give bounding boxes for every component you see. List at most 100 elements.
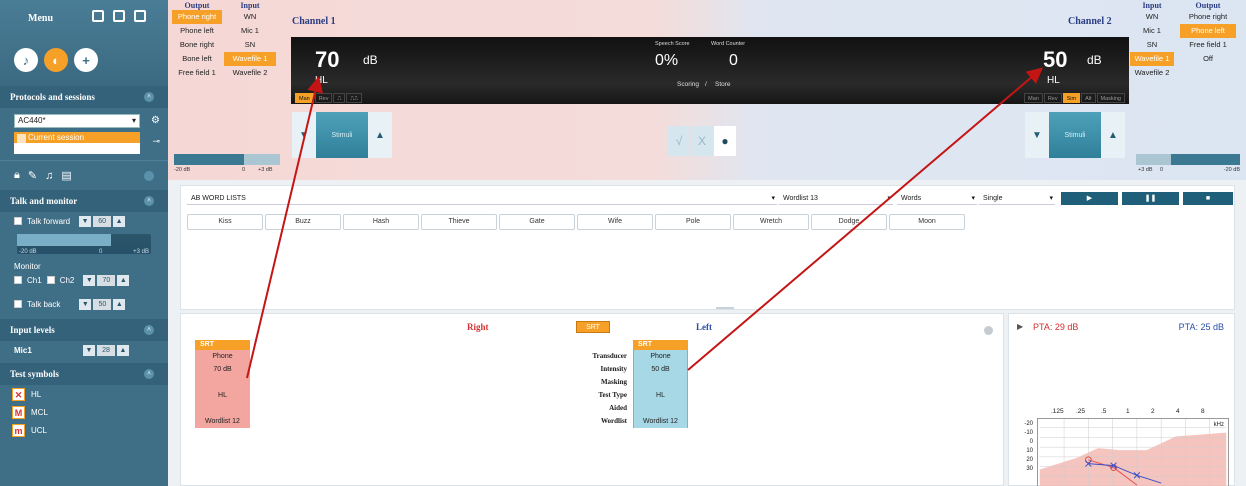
ch2-mode-rev[interactable]: Rev	[1043, 93, 1062, 103]
ch1-output-phone-left[interactable]: Phone left	[172, 24, 222, 38]
ch2-stimuli-button[interactable]: Stimuli	[1049, 112, 1101, 158]
test-symbols-section-header[interactable]: Test symbols ^	[0, 363, 168, 385]
pause-button[interactable]: ❚❚	[1122, 192, 1179, 205]
ch2-intensity-down-button[interactable]: ▼	[1025, 112, 1049, 158]
ch1-output-bone-right[interactable]: Bone right	[172, 38, 222, 52]
resize-handle[interactable]	[716, 307, 734, 309]
decrease-button[interactable]: ▼	[79, 215, 92, 227]
word-button-kiss[interactable]: Kiss	[187, 214, 263, 230]
ch2-level-slider[interactable]: +3 dB 0 -20 dB	[1136, 154, 1240, 173]
ch1-input-wn[interactable]: WN	[224, 10, 276, 24]
speech-test-icon[interactable]: ◐	[44, 48, 68, 72]
word-mode-select[interactable]: Words	[897, 192, 977, 205]
word-button-dodge[interactable]: Dodge	[811, 214, 887, 230]
menu-button[interactable]: Menu	[28, 13, 53, 24]
ch1-input-wavefile-1[interactable]: Wavefile 1	[224, 52, 276, 66]
ch2-output-phone-left[interactable]: Phone left	[1180, 24, 1236, 38]
word-button-buzz[interactable]: Buzz	[265, 214, 341, 230]
ch2-mode-sim[interactable]: Sim	[1062, 93, 1081, 103]
symbol-row-hl[interactable]: ✕ HL	[0, 385, 168, 403]
ch2-checkbox[interactable]	[46, 276, 55, 284]
ch2-input-wn[interactable]: WN	[1130, 10, 1174, 24]
session-key-icon[interactable]: ⊸	[152, 136, 160, 147]
word-button-gate[interactable]: Gate	[499, 214, 575, 230]
collapse-icon[interactable]: ^	[144, 196, 154, 206]
expand-arrow-icon[interactable]: ▶	[1017, 322, 1023, 331]
music-note-icon[interactable]: ♪	[14, 48, 38, 72]
ch1-mode-rev[interactable]: Rev	[314, 93, 333, 103]
ch1-intensity-up-button[interactable]: ▲	[368, 112, 392, 158]
report-icon[interactable]: ▤	[61, 169, 71, 182]
wordlist-select[interactable]: Wordlist 13	[779, 192, 893, 205]
current-session-item[interactable]: Current session	[14, 132, 140, 143]
decrease-button[interactable]: ▼	[83, 274, 96, 286]
word-button-moon[interactable]: Moon	[889, 214, 965, 230]
collapse-icon[interactable]: ^	[144, 325, 154, 335]
ch2-output-free-field-1[interactable]: Free field 1	[1180, 38, 1236, 52]
store-label[interactable]: Store	[715, 81, 731, 88]
ch1-mode-man[interactable]: Man	[295, 93, 314, 103]
increase-button[interactable]: ▲	[117, 274, 130, 286]
ch1-stimuli-button[interactable]: Stimuli	[316, 112, 368, 158]
ch1-mode-pulse-2[interactable]: ⎍	[333, 93, 346, 103]
symbol-row-ucl[interactable]: m UCL	[0, 421, 168, 439]
ch2-input-wavefile-2[interactable]: Wavefile 2	[1130, 66, 1174, 80]
talk-forward-slider[interactable]: -20 dB 0 +3 dB	[17, 234, 151, 255]
exit-icon[interactable]	[134, 10, 146, 22]
ch1-level-slider[interactable]: -20 dB 0 +3 dB	[174, 154, 280, 173]
decrease-button[interactable]: ▼	[83, 344, 95, 356]
stop-button[interactable]: ■	[1183, 192, 1233, 205]
play-button[interactable]: ▶	[1061, 192, 1118, 205]
protocol-select[interactable]: AC440*	[14, 114, 140, 128]
record-button[interactable]: ●	[714, 126, 736, 156]
talk-back-checkbox[interactable]	[14, 300, 22, 308]
increase-button[interactable]: ▲	[117, 344, 129, 356]
ch1-output-bone-left[interactable]: Bone left	[172, 52, 222, 66]
ear-icon[interactable]: ♫	[45, 170, 53, 182]
ch1-intensity-down-button[interactable]: ▼	[292, 112, 316, 158]
tool-icon[interactable]: ✎	[28, 169, 37, 182]
increase-button[interactable]: ▲	[113, 298, 126, 310]
protocol-settings-icon[interactable]: ⚙	[151, 115, 160, 126]
talk-forward-checkbox[interactable]	[14, 217, 22, 225]
symbol-row-mcl[interactable]: M MCL	[0, 403, 168, 421]
toolbar-collapse-icon[interactable]	[144, 171, 154, 181]
word-button-hash[interactable]: Hash	[343, 214, 419, 230]
ch1-input-wavefile-2[interactable]: Wavefile 2	[224, 66, 276, 80]
save-icon[interactable]	[113, 10, 125, 22]
word-button-pole[interactable]: Pole	[655, 214, 731, 230]
word-button-thieve[interactable]: Thieve	[421, 214, 497, 230]
ch1-input-sn[interactable]: SN	[224, 38, 276, 52]
collapse-icon[interactable]: ^	[144, 369, 154, 379]
protocols-section-header[interactable]: Protocols and sessions ^	[0, 86, 168, 108]
lock-icon[interactable]: 🔒︎	[14, 169, 20, 182]
print-icon[interactable]	[92, 10, 104, 22]
word-button-wretch[interactable]: Wretch	[733, 214, 809, 230]
incorrect-button[interactable]: X	[691, 126, 713, 156]
ch1-checkbox[interactable]	[14, 276, 22, 284]
ch2-input-sn[interactable]: SN	[1130, 38, 1174, 52]
add-test-icon[interactable]: +	[74, 48, 98, 72]
expand-icon[interactable]	[984, 326, 993, 335]
word-button-wife[interactable]: Wife	[577, 214, 653, 230]
word-list-select[interactable]: AB WORD LISTS	[187, 192, 777, 205]
correct-button[interactable]: √	[668, 126, 690, 156]
presentation-select[interactable]: Single	[979, 192, 1055, 205]
ch2-output-phone-right[interactable]: Phone right	[1180, 10, 1236, 24]
ch2-mode-man[interactable]: Man	[1024, 93, 1043, 103]
talk-monitor-section-header[interactable]: Talk and monitor ^	[0, 190, 168, 212]
ch2-intensity-up-button[interactable]: ▲	[1101, 112, 1125, 158]
srt-tab[interactable]: SRT	[576, 321, 610, 333]
ch2-input-wavefile-1[interactable]: Wavefile 1	[1130, 52, 1174, 66]
ch1-mode-pulse-3[interactable]: ⎍⎍	[346, 93, 363, 103]
collapse-icon[interactable]: ^	[144, 92, 154, 102]
ch2-output-off[interactable]: Off	[1180, 52, 1236, 66]
ch2-mode-masking[interactable]: Masking	[1096, 93, 1125, 103]
ch1-output-free-field-1[interactable]: Free field 1	[172, 66, 222, 80]
ch2-mode-alt[interactable]: Alt	[1081, 93, 1096, 103]
decrease-button[interactable]: ▼	[79, 298, 92, 310]
input-levels-section-header[interactable]: Input levels ^	[0, 319, 168, 341]
session-list[interactable]: Current session	[14, 132, 140, 154]
ch2-input-mic-1[interactable]: Mic 1	[1130, 24, 1174, 38]
increase-button[interactable]: ▲	[113, 215, 126, 227]
